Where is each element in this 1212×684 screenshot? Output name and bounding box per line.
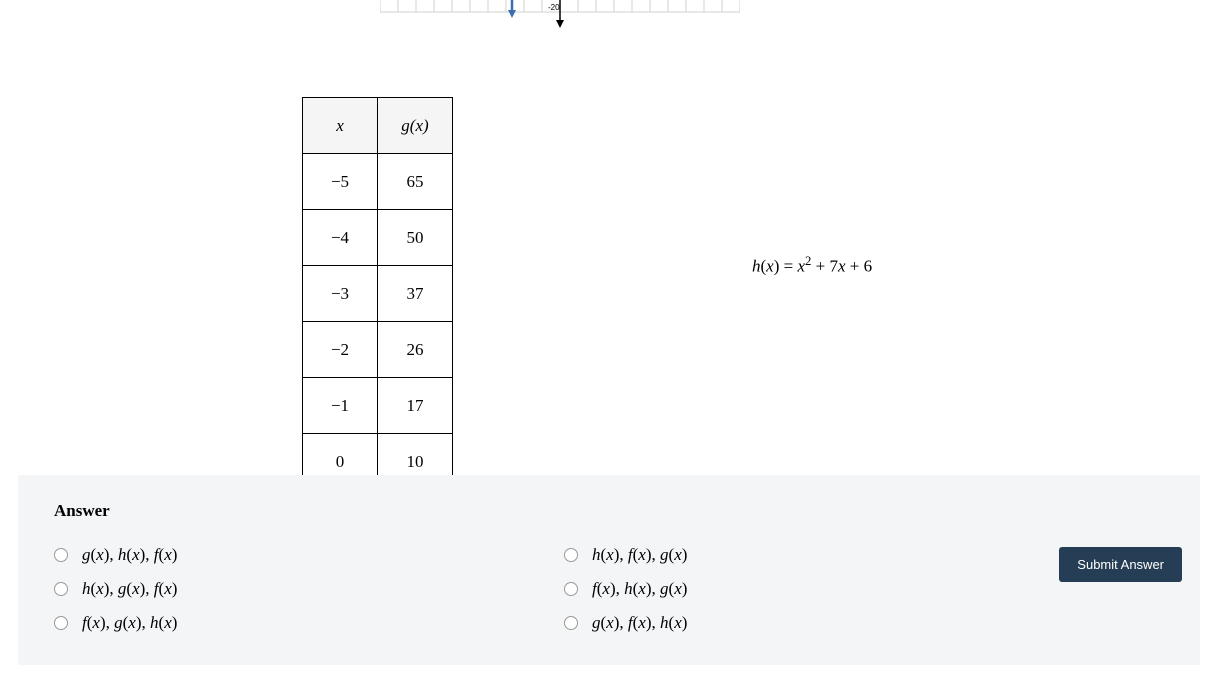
g-value-table: x g(x) −565 −450 −337 −226 −117 010 [302, 97, 453, 490]
cell-g: 37 [378, 266, 453, 322]
radio-icon [564, 616, 578, 630]
table-row: −450 [303, 210, 453, 266]
radio-icon [54, 582, 68, 596]
cell-g: 50 [378, 210, 453, 266]
answer-heading: Answer [54, 501, 1164, 521]
cell-g: 26 [378, 322, 453, 378]
cell-g: 17 [378, 378, 453, 434]
table-row: −565 [303, 154, 453, 210]
option-3[interactable]: f(x), g(x), h(x) [54, 613, 564, 633]
graph-fragment: -20 [380, 0, 740, 28]
cell-x: −5 [303, 154, 378, 210]
table-row: −226 [303, 322, 453, 378]
options-wrap: g(x), h(x), f(x) h(x), g(x), f(x) f(x), … [54, 545, 1164, 633]
answer-panel: Answer g(x), h(x), f(x) h(x), g(x), f(x)… [18, 475, 1200, 665]
option-label: g(x), f(x), h(x) [592, 613, 687, 633]
submit-answer-button[interactable]: Submit Answer [1059, 547, 1182, 582]
table-row: −337 [303, 266, 453, 322]
option-4[interactable]: h(x), f(x), g(x) [564, 545, 1074, 565]
option-5[interactable]: f(x), h(x), g(x) [564, 579, 1074, 599]
option-label: h(x), g(x), f(x) [82, 579, 177, 599]
option-label: f(x), g(x), h(x) [82, 613, 177, 633]
option-2[interactable]: h(x), g(x), f(x) [54, 579, 564, 599]
cell-x: −2 [303, 322, 378, 378]
option-label: f(x), h(x), g(x) [592, 579, 687, 599]
cell-g: 65 [378, 154, 453, 210]
table-row: −117 [303, 378, 453, 434]
options-col-right: h(x), f(x), g(x) f(x), h(x), g(x) g(x), … [564, 545, 1074, 633]
cell-x: −1 [303, 378, 378, 434]
cell-x: −3 [303, 266, 378, 322]
option-1[interactable]: g(x), h(x), f(x) [54, 545, 564, 565]
radio-icon [564, 582, 578, 596]
radio-icon [564, 548, 578, 562]
options-col-left: g(x), h(x), f(x) h(x), g(x), f(x) f(x), … [54, 545, 564, 633]
option-label: h(x), f(x), g(x) [592, 545, 687, 565]
question-content: -20 x g(x) −565 −450 −337 −226 −117 010 … [0, 0, 1212, 475]
table-header-gx: g(x) [378, 98, 453, 154]
radio-icon [54, 548, 68, 562]
h-formula: h(x) = x2 + 7x + 6 [752, 254, 872, 277]
option-label: g(x), h(x), f(x) [82, 545, 177, 565]
radio-icon [54, 616, 68, 630]
cell-x: −4 [303, 210, 378, 266]
table-header-x: x [303, 98, 378, 154]
option-6[interactable]: g(x), f(x), h(x) [564, 613, 1074, 633]
axis-label-neg20: -20 [548, 3, 560, 12]
